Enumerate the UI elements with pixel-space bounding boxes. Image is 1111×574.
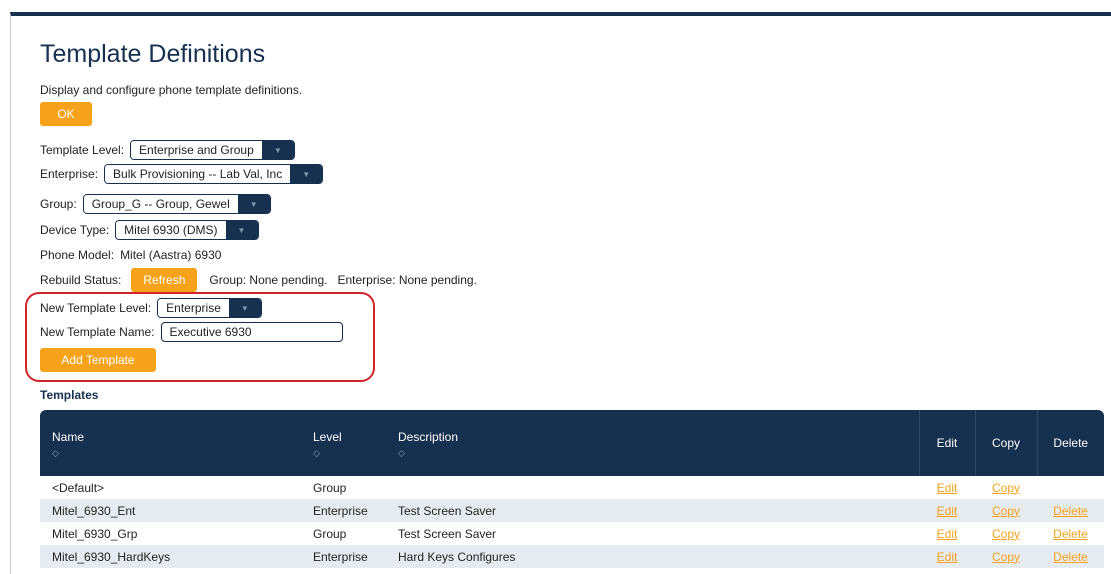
chevron-down-icon: ▼ (237, 195, 270, 213)
new-template-level-label: New Template Level: (40, 301, 152, 315)
template-description: Hard Keys Configures (398, 549, 516, 564)
template-name: Mitel_6930_HardKeys (52, 549, 171, 564)
enterprise-row: Enterprise: Bulk Provisioning -- Lab Val… (40, 164, 324, 184)
copy-link[interactable]: Copy (992, 504, 1020, 518)
template-level: Group (313, 480, 347, 495)
enterprise-select[interactable]: Bulk Provisioning -- Lab Val, Inc ▼ (104, 164, 324, 184)
enterprise-value: Bulk Provisioning -- Lab Val, Inc (105, 165, 291, 183)
copy-link[interactable]: Copy (992, 481, 1020, 495)
sort-icon: ◇ (398, 448, 405, 458)
rebuild-status-label: Rebuild Status: (40, 273, 122, 287)
table-row: Mitel_6930_HardKeys Enterprise Hard Keys… (40, 545, 1104, 568)
delete-link[interactable]: Delete (1053, 527, 1088, 541)
template-level-select[interactable]: Enterprise and Group ▼ (130, 140, 295, 160)
group-value: Group_G -- Group, Gewel (83, 195, 238, 213)
template-level-value: Enterprise and Group (131, 141, 262, 159)
new-template-name-input[interactable] (160, 322, 343, 342)
phone-model-value: Mitel (Aastra) 6930 (120, 248, 222, 262)
chevron-down-icon: ▼ (228, 299, 261, 317)
chevron-down-icon: ▼ (261, 141, 294, 159)
group-label: Group: (40, 197, 77, 211)
device-type-select[interactable]: Mitel 6930 (DMS) ▼ (115, 220, 259, 240)
page-subtitle: Display and configure phone template def… (40, 83, 303, 97)
add-template-button[interactable]: Add Template (40, 348, 156, 372)
table-row: <Default> Group Edit Copy (40, 476, 1104, 499)
template-level-label: Template Level: (40, 143, 125, 157)
chevron-down-icon: ▼ (290, 165, 323, 183)
template-level: Enterprise (313, 549, 368, 564)
new-template-name-row: New Template Name: (40, 322, 343, 342)
delete-link[interactable]: Delete (1053, 550, 1088, 564)
templates-table: Name ◇ Level ◇ Description ◇ Edit Copy Dele… (40, 410, 1104, 568)
new-template-level-value: Enterprise (158, 299, 229, 317)
new-template-name-label: New Template Name: (40, 325, 155, 339)
column-header-edit: Edit (918, 410, 975, 476)
edit-link[interactable]: Edit (937, 527, 958, 541)
column-header-copy: Copy (974, 410, 1037, 476)
column-header-level[interactable]: Level ◇ (301, 410, 386, 476)
group-select[interactable]: Group_G -- Group, Gewel ▼ (82, 194, 271, 214)
table-header-row: Name ◇ Level ◇ Description ◇ Edit Copy Dele… (40, 410, 1104, 476)
template-name: <Default> (52, 480, 105, 495)
phone-model-label: Phone Model: (40, 248, 115, 262)
new-template-level-row: New Template Level: Enterprise ▼ (40, 298, 262, 318)
template-level: Enterprise (313, 503, 368, 518)
template-description: Test Screen Saver (398, 526, 497, 541)
enterprise-label: Enterprise: (40, 167, 99, 181)
template-description: Test Screen Saver (398, 503, 497, 518)
template-level-row: Template Level: Enterprise and Group ▼ (40, 140, 295, 160)
template-name: Mitel_6930_Grp (52, 526, 138, 541)
template-level: Group (313, 526, 347, 541)
table-row: Mitel_6930_Grp Group Test Screen Saver E… (40, 522, 1104, 545)
template-name: Mitel_6930_Ent (52, 503, 136, 518)
template-description (386, 476, 919, 499)
new-template-level-select[interactable]: Enterprise ▼ (157, 298, 262, 318)
column-header-name[interactable]: Name ◇ (40, 410, 301, 476)
templates-heading: Templates (40, 388, 99, 402)
chevron-down-icon: ▼ (225, 221, 258, 239)
column-header-description[interactable]: Description ◇ (386, 410, 919, 476)
device-type-value: Mitel 6930 (DMS) (116, 221, 226, 239)
edit-link[interactable]: Edit (937, 481, 958, 495)
edit-link[interactable]: Edit (937, 550, 958, 564)
sort-icon: ◇ (52, 448, 59, 458)
edit-link[interactable]: Edit (937, 504, 958, 518)
device-type-row: Device Type: Mitel 6930 (DMS) ▼ (40, 220, 259, 240)
copy-link[interactable]: Copy (992, 550, 1020, 564)
sort-icon: ◇ (313, 448, 320, 458)
phone-model-row: Phone Model: Mitel (Aastra) 6930 (40, 248, 221, 262)
rebuild-status-row: Rebuild Status: Refresh Group: None pend… (40, 268, 477, 292)
ok-button[interactable]: OK (40, 102, 92, 126)
device-type-label: Device Type: (40, 223, 110, 237)
page-title: Template Definitions (40, 40, 266, 68)
copy-link[interactable]: Copy (992, 527, 1020, 541)
refresh-button[interactable]: Refresh (131, 268, 198, 292)
column-header-delete: Delete (1036, 410, 1104, 476)
delete-link[interactable]: Delete (1053, 504, 1088, 518)
group-row: Group: Group_G -- Group, Gewel ▼ (40, 194, 271, 214)
table-row: Mitel_6930_Ent Enterprise Test Screen Sa… (40, 499, 1104, 522)
rebuild-status-text: Group: None pending. Enterprise: None pe… (209, 273, 477, 287)
